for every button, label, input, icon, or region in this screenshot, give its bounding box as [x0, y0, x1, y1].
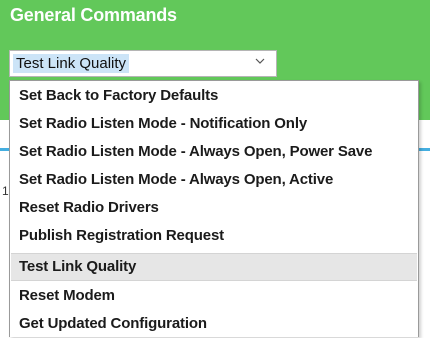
option-set-radio-listen-always-open-power-save[interactable]: Set Radio Listen Mode - Always Open, Pow… [11, 138, 417, 166]
command-select[interactable]: Test Link Quality [9, 50, 277, 77]
option-test-link-quality[interactable]: Test Link Quality [11, 253, 417, 281]
chevron-down-icon [255, 58, 265, 64]
partial-text: 1 [2, 184, 9, 198]
option-set-radio-listen-notification-only[interactable]: Set Radio Listen Mode - Notification Onl… [11, 110, 417, 138]
option-reset-radio-drivers[interactable]: Reset Radio Drivers [11, 194, 417, 222]
option-set-radio-listen-always-open-active[interactable]: Set Radio Listen Mode - Always Open, Act… [11, 166, 417, 194]
panel-title: General Commands [10, 5, 177, 25]
option-reset-modem[interactable]: Reset Modem [11, 282, 417, 310]
option-publish-registration-request[interactable]: Publish Registration Request [11, 222, 417, 250]
option-get-updated-configuration[interactable]: Get Updated Configuration [11, 310, 417, 338]
command-dropdown-list[interactable]: Set Back to Factory Defaults Set Radio L… [9, 80, 419, 337]
option-set-back-to-factory-defaults[interactable]: Set Back to Factory Defaults [11, 82, 417, 110]
select-value: Test Link Quality [13, 54, 130, 73]
